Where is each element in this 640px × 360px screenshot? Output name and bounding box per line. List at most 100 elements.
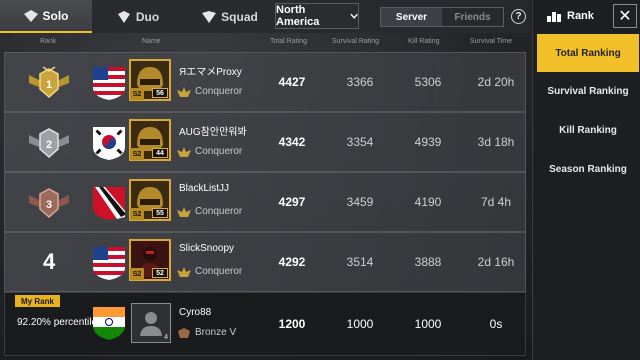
rank-number: 1 bbox=[46, 79, 52, 91]
player-name: AUG참안만워봐 bbox=[179, 127, 247, 138]
scope-server-button[interactable]: Server bbox=[381, 8, 442, 26]
tier-label: Bronze V bbox=[195, 327, 237, 338]
region-label: North America bbox=[276, 4, 320, 28]
conqueror-icon bbox=[177, 266, 191, 277]
header-kill: Kill Rating bbox=[408, 38, 440, 45]
rank-number: 3 bbox=[46, 199, 52, 211]
survival-rating: 1000 bbox=[346, 317, 374, 331]
total-rating: 4297 bbox=[278, 195, 306, 209]
header-rank: Rank bbox=[40, 38, 57, 45]
tab-solo[interactable]: Solo bbox=[0, 0, 92, 33]
rank-number: 4 bbox=[43, 249, 56, 274]
season-badge: S2 bbox=[130, 88, 144, 100]
tab-duo-label: Duo bbox=[135, 9, 160, 24]
tab-duo[interactable]: Duo bbox=[92, 0, 184, 33]
sidebar-title-label: Rank bbox=[567, 10, 594, 22]
region-select[interactable]: North America bbox=[275, 3, 359, 29]
scope-toggle: Server Friends bbox=[380, 7, 504, 27]
tier-label: Conqueror bbox=[195, 146, 243, 157]
total-rating: 4342 bbox=[278, 135, 306, 149]
bar-chart-icon bbox=[547, 12, 561, 22]
level-badge: 56 bbox=[152, 88, 168, 98]
kill-rating: 5306 bbox=[414, 75, 442, 89]
tier: Conqueror bbox=[177, 266, 242, 277]
sidebar-header: Rank ✕ bbox=[533, 0, 640, 33]
menu-kill-ranking[interactable]: Kill Ranking bbox=[537, 111, 639, 149]
level-badge: 44 bbox=[152, 148, 168, 158]
south-korea-flag-icon bbox=[93, 127, 125, 160]
avatar[interactable]: S2 55 bbox=[129, 179, 171, 221]
avatar[interactable]: S2 44 bbox=[129, 119, 171, 161]
leaderboard-row[interactable]: 3 S2 55 BlackListJJ Conqueror 4297 3459 … bbox=[4, 172, 526, 232]
sidebar-title: Rank bbox=[547, 10, 594, 22]
player-name: Cyro88 bbox=[179, 307, 212, 318]
trinidad-flag-icon bbox=[93, 187, 125, 220]
player-name: SlickSnoopy bbox=[179, 243, 235, 254]
bronze-rank-badge-icon: 3 bbox=[29, 188, 69, 219]
chevron-down-icon bbox=[350, 13, 358, 19]
tier: Conqueror bbox=[177, 146, 242, 157]
my-rank-row[interactable]: My Rank 92.20% percentile 4 Cyro88 Bronz… bbox=[4, 292, 526, 356]
mode-tab-bar: Solo Duo Squad North America Server Frie… bbox=[0, 0, 530, 33]
leaderboard-row[interactable]: 4 S2 52 SlickSnoopy Conqueror 4292 3514 … bbox=[4, 232, 526, 292]
tab-squad-label: Squad bbox=[221, 9, 258, 24]
avatar[interactable]: S2 56 bbox=[129, 59, 171, 101]
tier: Conqueror bbox=[177, 206, 242, 217]
tab-solo-label: Solo bbox=[42, 8, 69, 23]
leaderboard-row[interactable]: 1 S2 56 ЯエマメProxy Conqueror 4427 3366 53… bbox=[4, 52, 526, 112]
conqueror-icon bbox=[177, 86, 191, 97]
survival-rating: 3354 bbox=[346, 135, 374, 149]
conqueror-icon bbox=[177, 146, 191, 157]
column-header: Rank Name Total Rating Survival Rating K… bbox=[0, 33, 530, 51]
ranking-sidebar: Rank ✕ Total Ranking Survival Ranking Ki… bbox=[532, 0, 640, 360]
menu-total-ranking[interactable]: Total Ranking bbox=[537, 34, 639, 72]
total-rating: 1200 bbox=[278, 317, 306, 331]
leaderboard-row[interactable]: 2 S2 44 AUG참안만워봐 Conqueror 4342 3354 493… bbox=[4, 112, 526, 172]
kill-rating: 4939 bbox=[414, 135, 442, 149]
kill-rating: 4190 bbox=[414, 195, 442, 209]
total-rating: 4427 bbox=[278, 75, 306, 89]
season-badge: S2 bbox=[130, 208, 144, 220]
header-time: Survival Time bbox=[470, 38, 513, 45]
survival-rating: 3459 bbox=[346, 195, 374, 209]
scope-friends-button[interactable]: Friends bbox=[442, 8, 503, 26]
survival-rating: 3366 bbox=[346, 75, 374, 89]
kill-rating: 1000 bbox=[414, 317, 442, 331]
avatar[interactable]: 4 bbox=[131, 303, 171, 343]
usa-flag-icon bbox=[93, 67, 125, 100]
tier-label: Conqueror bbox=[195, 86, 243, 97]
squad-icon bbox=[202, 10, 217, 23]
survival-time: 3d 18h bbox=[477, 135, 515, 149]
player-name: ЯエマメProxy bbox=[179, 67, 242, 78]
survival-rating: 3514 bbox=[346, 255, 374, 269]
percentile: 92.20% percentile bbox=[17, 317, 98, 328]
tab-squad[interactable]: Squad bbox=[184, 0, 276, 33]
tier-label: Conqueror bbox=[195, 206, 243, 217]
close-button[interactable]: ✕ bbox=[613, 4, 637, 28]
level-badge: 4 bbox=[164, 334, 168, 341]
level-badge: 55 bbox=[152, 208, 168, 218]
survival-time: 2d 16h bbox=[477, 255, 515, 269]
survival-time: 0s bbox=[489, 317, 503, 331]
header-total: Total Rating bbox=[270, 38, 307, 45]
gold-rank-badge-icon: 1 bbox=[29, 66, 69, 99]
bronze-tier-icon bbox=[178, 327, 190, 338]
survival-time: 7d 4h bbox=[480, 195, 512, 209]
rank-number: 2 bbox=[46, 139, 52, 151]
avatar[interactable]: S2 52 bbox=[129, 239, 171, 281]
duo-icon bbox=[117, 10, 130, 23]
season-badge: S2 bbox=[130, 148, 144, 160]
solo-icon bbox=[23, 9, 38, 22]
tier: Conqueror bbox=[177, 86, 242, 97]
season-badge: S2 bbox=[130, 268, 144, 280]
usa-flag-icon bbox=[93, 247, 125, 280]
total-rating: 4292 bbox=[278, 255, 306, 269]
survival-time: 2d 20h bbox=[477, 75, 515, 89]
menu-season-ranking[interactable]: Season Ranking bbox=[537, 150, 639, 188]
india-flag-icon bbox=[93, 307, 125, 340]
level-badge: 52 bbox=[152, 268, 168, 278]
header-name: Name bbox=[142, 38, 161, 45]
my-rank-tag: My Rank bbox=[15, 295, 60, 307]
menu-survival-ranking[interactable]: Survival Ranking bbox=[537, 72, 639, 110]
help-icon[interactable]: ? bbox=[511, 9, 526, 24]
